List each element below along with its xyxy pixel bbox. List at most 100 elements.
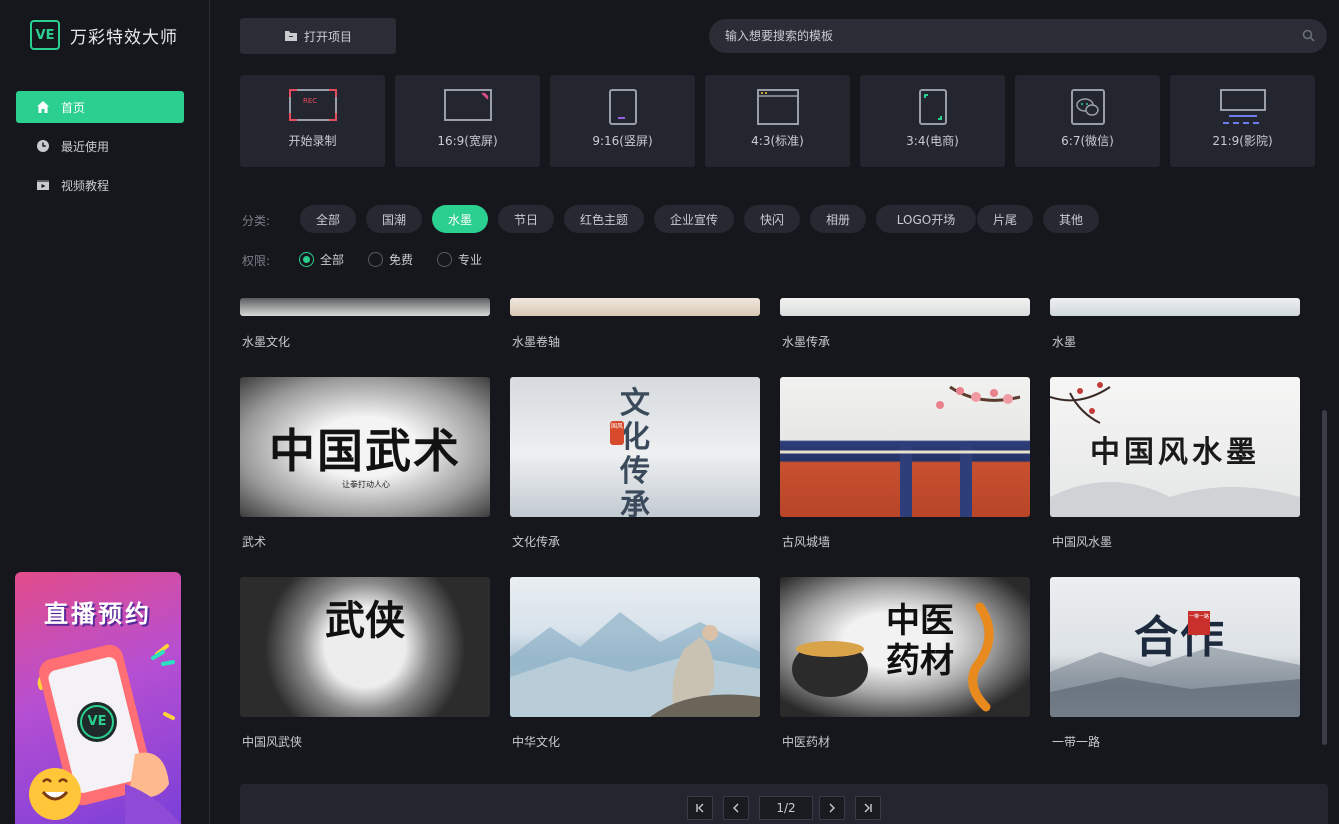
category-chip-red-theme[interactable]: 红色主题: [564, 205, 644, 233]
category-chip-flash[interactable]: 快闪: [744, 205, 800, 233]
permission-radio-free[interactable]: 免费: [368, 251, 413, 268]
radio-dot: [368, 252, 383, 267]
rec-badge: REC: [303, 97, 317, 105]
seal-stamp: 国风: [610, 421, 624, 445]
category-chip-festival[interactable]: 节日: [498, 205, 554, 233]
ratio-card-record[interactable]: REC 开始录制: [240, 75, 385, 167]
phone-illustration: [29, 644, 181, 824]
record-icon: REC: [288, 89, 337, 121]
template-thumb-culture[interactable]: 文化传承 国风: [510, 377, 760, 517]
ratio-card-9-16[interactable]: 9:16(竖屏): [550, 75, 695, 167]
open-project-label: 打开项目: [303, 29, 352, 44]
radio-label: 全部: [320, 253, 345, 267]
vertical-scrollbar[interactable]: [1322, 410, 1327, 745]
ratio-label: 6:7(微信): [1061, 134, 1114, 148]
template-thumb-wuxia[interactable]: 武侠: [240, 577, 490, 717]
category-chip-guochao[interactable]: 国潮: [366, 205, 422, 233]
template-thumb[interactable]: [510, 298, 760, 316]
thumb-art-text: 武侠: [325, 597, 405, 644]
sidebar-item-tutorials[interactable]: 视频教程: [16, 169, 184, 201]
ratio-card-21-9[interactable]: 21:9(影院): [1170, 75, 1315, 167]
ratio-card-16-9[interactable]: 16:9(宽屏): [395, 75, 540, 167]
search-icon[interactable]: [1302, 29, 1315, 42]
last-page-button[interactable]: [855, 796, 881, 820]
ratio-label: 9:16(竖屏): [592, 134, 653, 148]
template-title: 水墨: [1052, 335, 1077, 349]
template-thumb[interactable]: [780, 298, 1030, 316]
category-chip-logo-intro[interactable]: LOGO开场: [876, 205, 976, 233]
wechat-icon: [1070, 89, 1105, 125]
template-thumb[interactable]: [240, 298, 490, 316]
template-grid: 水墨文化 水墨卷轴 水墨传承 水墨 中国武术 让拳打动人心 文化传承 国风 中国…: [210, 298, 1320, 758]
main-panel: 打开项目 REC 开始录制 16:9(宽屏) 9:16(竖屏) 4:3(标准) …: [210, 0, 1339, 824]
template-title: 中华文化: [512, 735, 561, 749]
template-thumb-herbal-medicine[interactable]: 中医药材: [780, 577, 1030, 717]
sidebar-item-label: 最近使用: [61, 139, 110, 154]
template-title: 中国风水墨: [1052, 535, 1113, 549]
category-chip-other[interactable]: 其他: [1043, 205, 1099, 233]
radio-dot: [437, 252, 452, 267]
radio-label: 免费: [389, 253, 414, 267]
sidebar: VE 万彩特效大师 首页 最近使用 视频教程 直播预约 VE: [0, 0, 210, 824]
search-input[interactable]: [725, 29, 1285, 43]
next-page-button[interactable]: [819, 796, 845, 820]
template-thumb-chinese-culture[interactable]: [510, 577, 760, 717]
portrait-icon: [608, 89, 637, 125]
template-title: 一带一路: [1052, 735, 1101, 749]
app-logo: VE 万彩特效大师: [30, 20, 178, 50]
category-label: 分类:: [242, 214, 271, 228]
seal-stamp: 一带一路: [1188, 611, 1210, 635]
app-name: 万彩特效大师: [70, 27, 178, 48]
ratio-label: 开始录制: [288, 134, 337, 148]
clock-icon: [37, 140, 49, 152]
template-title: 水墨卷轴: [512, 335, 561, 349]
template-thumb-wushu[interactable]: 中国武术 让拳打动人心: [240, 377, 490, 517]
search-bar[interactable]: [709, 19, 1327, 53]
template-thumb-belt-road[interactable]: 合作 一带一路: [1050, 577, 1300, 717]
template-title: 中医药材: [782, 735, 831, 749]
cinema-icon: [1219, 89, 1266, 124]
ratio-card-3-4[interactable]: 3:4(电商): [860, 75, 1005, 167]
live-promo-banner[interactable]: 直播预约 VE: [15, 572, 181, 824]
first-page-icon: [696, 803, 704, 813]
first-page-button[interactable]: [687, 796, 713, 820]
template-title: 水墨文化: [242, 335, 291, 349]
thumb-art-text: 合作: [1134, 612, 1226, 663]
template-thumb[interactable]: [1050, 298, 1300, 316]
radio-dot: [299, 252, 314, 267]
home-icon: [37, 101, 49, 113]
thumb-art-text: 中国风水墨: [1090, 435, 1260, 470]
promo-ve-badge: VE: [87, 714, 107, 729]
category-chip-album[interactable]: 相册: [810, 205, 866, 233]
template-title: 武术: [242, 535, 267, 549]
ratio-card-6-7[interactable]: 6:7(微信): [1015, 75, 1160, 167]
permission-radio-all[interactable]: 全部: [299, 251, 344, 268]
template-title: 中国风武侠: [242, 735, 303, 749]
open-project-button[interactable]: 打开项目: [240, 18, 396, 54]
mountain-scholar-art: [510, 612, 760, 717]
sidebar-item-recent[interactable]: 最近使用: [16, 130, 184, 162]
thumb-art-text: 中国武术: [269, 424, 461, 478]
video-tutorial-icon: [37, 180, 49, 190]
ratio-label: 4:3(标准): [751, 134, 804, 148]
permission-radio-pro[interactable]: 专业: [437, 251, 482, 268]
standard-icon: [756, 89, 799, 125]
category-chip-all[interactable]: 全部: [300, 205, 356, 233]
ratio-label: 21:9(影院): [1212, 134, 1273, 148]
last-page-icon: [864, 803, 872, 813]
ratio-card-4-3[interactable]: 4:3(标准): [705, 75, 850, 167]
page-number-field[interactable]: 1/2: [759, 796, 813, 820]
thumb-art-text: 中医药材: [886, 601, 954, 681]
category-chip-ink[interactable]: 水墨: [432, 205, 488, 233]
logo-mark: VE: [30, 20, 60, 50]
prev-page-button[interactable]: [723, 796, 749, 820]
template-thumb-city-wall[interactable]: [780, 377, 1030, 517]
sidebar-item-home[interactable]: 首页: [16, 91, 184, 123]
folder-icon: [284, 31, 297, 41]
category-chip-corporate[interactable]: 企业宣传: [654, 205, 734, 233]
ratio-label: 16:9(宽屏): [437, 134, 498, 148]
thumb-art-text: 文化传承: [620, 386, 650, 518]
category-chip-ending[interactable]: 片尾: [977, 205, 1033, 233]
plum-blossom-art: [780, 385, 1030, 517]
template-thumb-ink-painting[interactable]: 中国风水墨: [1050, 377, 1300, 517]
